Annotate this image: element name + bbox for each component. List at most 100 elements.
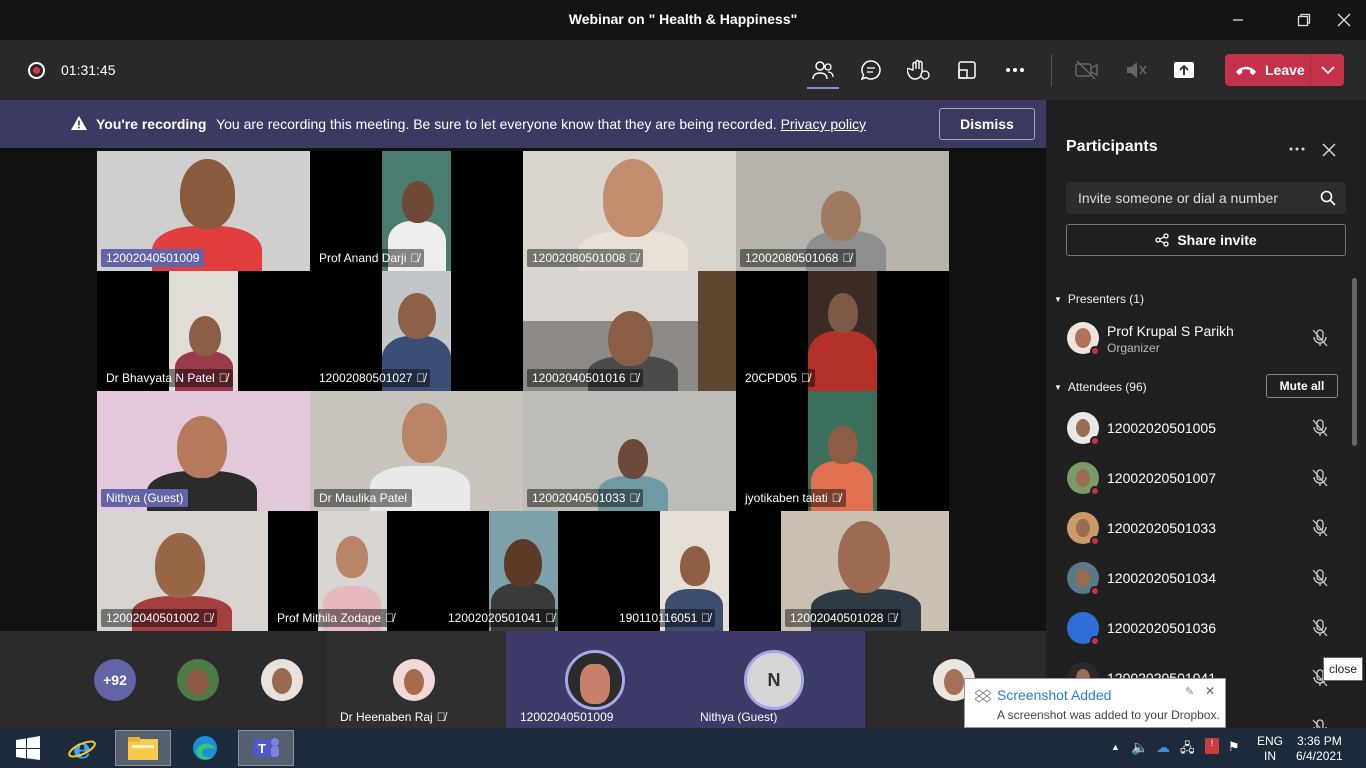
close-tooltip: close [1323, 657, 1363, 681]
participants-icon [812, 61, 834, 80]
participant-name: 12002020501005 [1107, 420, 1217, 436]
network-icon[interactable]: 🖧 [1180, 739, 1195, 761]
video-tile[interactable]: 12002040501016 🎙̸ [523, 271, 736, 391]
tile-label: 12002040501028 🎙̸ [785, 609, 902, 627]
tile-label: 12002080501008 🎙̸ [527, 249, 644, 267]
notification-badge-icon[interactable]: ! [1205, 738, 1219, 754]
language-indicator[interactable]: ENG IN [1257, 734, 1283, 764]
video-tile[interactable]: 20CPD05 🎙̸ [736, 271, 949, 391]
strip-slot-active[interactable]: 12002040501009 N Nithya (Guest) [506, 631, 865, 728]
video-tile[interactable]: 12002040501002 🎙̸ [97, 511, 268, 631]
svg-text:e: e [73, 733, 91, 763]
mic-muted-icon: 🎙̸ [831, 491, 841, 505]
maximize-button[interactable] [1282, 6, 1326, 34]
video-tile[interactable]: Nithya (Guest) [97, 391, 310, 511]
share-screen-icon [1174, 62, 1194, 78]
mic-muted-icon[interactable] [1310, 328, 1330, 348]
status-badge [1090, 586, 1100, 596]
tile-label: 190110116051 🎙̸ [614, 609, 716, 627]
person-head [504, 539, 542, 587]
panel-title: Participants [1066, 138, 1158, 155]
mic-toggle-button[interactable] [1121, 56, 1151, 84]
meeting-timer: 01:31:45 [61, 62, 116, 78]
presenters-section-header[interactable]: ▼ Presenters (1) [1054, 292, 1144, 306]
share-screen-button[interactable] [1169, 56, 1199, 84]
onedrive-icon[interactable]: ☁ [1156, 739, 1170, 756]
video-tile[interactable]: 12002020501041 🎙̸ [439, 511, 610, 631]
overflow-count-badge[interactable]: +92 [94, 659, 136, 701]
mic-muted-icon: 🎙̸ [629, 251, 639, 265]
video-tile[interactable]: 12002040501028 🎙̸ [781, 511, 949, 631]
person-head [402, 181, 434, 223]
video-tile[interactable]: 12002080501068 🎙̸ [736, 151, 949, 271]
pin-icon[interactable]: ✎ [1185, 685, 1194, 698]
edge-button[interactable] [177, 730, 233, 766]
chat-button[interactable] [856, 56, 886, 84]
video-tile[interactable]: 12002080501027 🎙̸ [310, 271, 523, 391]
mic-muted-icon: 🎙̸ [545, 611, 555, 625]
video-tile[interactable]: Prof Anand Darji 🎙̸ [310, 151, 523, 271]
close-panel-icon[interactable] [1322, 143, 1336, 157]
teams-button[interactable]: T [238, 730, 294, 766]
dropbox-notification[interactable]: Screenshot Added A screenshot was added … [964, 678, 1226, 728]
start-button[interactable] [0, 730, 56, 766]
mic-muted-icon[interactable] [1310, 418, 1330, 438]
attendee-row[interactable]: 12002020501034 [1066, 556, 1346, 600]
camera-toggle-button[interactable] [1072, 56, 1102, 84]
avatar[interactable] [261, 659, 303, 701]
attendees-section-header[interactable]: ▼ Attendees (96) [1054, 380, 1147, 394]
presenter-row[interactable]: Prof Krupal S Parikh Organizer [1066, 316, 1346, 360]
internet-explorer-button[interactable]: e [54, 730, 110, 766]
mic-muted-icon[interactable] [1310, 618, 1330, 638]
chevron-down-icon[interactable] [1321, 66, 1335, 74]
toast-message: A screenshot was added to your Dropbox. [997, 708, 1220, 722]
status-badge [1090, 636, 1100, 646]
volume-icon[interactable]: 🔈 [1131, 739, 1148, 756]
participants-button[interactable] [808, 56, 838, 84]
raise-hand-button[interactable] [904, 56, 934, 84]
mic-muted-icon: 🎙̸ [701, 611, 711, 625]
more-options-button[interactable] [1000, 56, 1030, 84]
minimize-button[interactable] [1216, 6, 1260, 34]
mute-all-button[interactable]: Mute all [1266, 374, 1338, 398]
leave-button[interactable]: Leave [1225, 54, 1344, 86]
video-tile[interactable]: Prof Mithila Zodape 🎙̸ [268, 511, 439, 631]
mic-muted-icon[interactable] [1310, 518, 1330, 538]
close-window-button[interactable] [1322, 6, 1366, 34]
file-explorer-button[interactable] [115, 730, 171, 766]
attendee-row[interactable]: 12002020501007 [1066, 456, 1346, 500]
leave-label: Leave [1265, 62, 1305, 78]
show-hidden-icons-icon[interactable]: ▲ [1111, 742, 1120, 752]
panel-scrollbar[interactable] [1352, 278, 1357, 446]
toast-close-icon[interactable]: ✕ [1205, 684, 1215, 698]
video-tile[interactable]: 12002040501033 🎙̸ [523, 391, 736, 511]
share-tray-icon [958, 61, 976, 79]
share-tray-button[interactable] [952, 56, 982, 84]
dismiss-button[interactable]: Dismiss [939, 108, 1035, 140]
avatar [565, 650, 625, 710]
flag-icon[interactable]: ⚑ [1228, 739, 1240, 755]
video-tile[interactable]: 12002080501008 🎙̸ [523, 151, 736, 271]
attendee-row[interactable]: 12002020501033 [1066, 506, 1346, 550]
video-tile[interactable]: 12002040501009 [97, 151, 310, 271]
attendee-row[interactable]: 12002020501036 [1066, 606, 1346, 650]
video-tile[interactable]: Dr Bhavyata N Patel 🎙̸ [97, 271, 310, 391]
more-options-icon[interactable] [1289, 147, 1305, 151]
attendee-row[interactable]: 12002020501005 [1066, 406, 1346, 450]
privacy-policy-link[interactable]: Privacy policy [781, 116, 867, 132]
video-tile[interactable]: 190110116051 🎙̸ [610, 511, 781, 631]
strip-name: Dr Heenaben Raj 🎙̸ [340, 710, 446, 724]
avatar[interactable] [177, 659, 219, 701]
share-icon [1155, 233, 1169, 247]
clock[interactable]: 3:36 PM 6/4/2021 [1296, 734, 1343, 764]
strip-slot[interactable]: Dr Heenaben Raj 🎙̸ [326, 631, 506, 728]
share-invite-button[interactable]: Share invite [1066, 224, 1346, 256]
mic-muted-icon[interactable] [1310, 468, 1330, 488]
video-tile[interactable]: Dr Maulika Patel [310, 391, 523, 511]
video-tile[interactable]: jyotikaben talati 🎙̸ [736, 391, 949, 511]
invite-search-input[interactable]: Invite someone or dial a number [1066, 182, 1346, 214]
mic-muted-icon[interactable] [1310, 568, 1330, 588]
recording-banner: You're recording You are recording this … [0, 100, 1046, 148]
minimize-icon [1233, 19, 1243, 21]
participant-name: Prof Krupal S Parikh [1107, 323, 1234, 339]
